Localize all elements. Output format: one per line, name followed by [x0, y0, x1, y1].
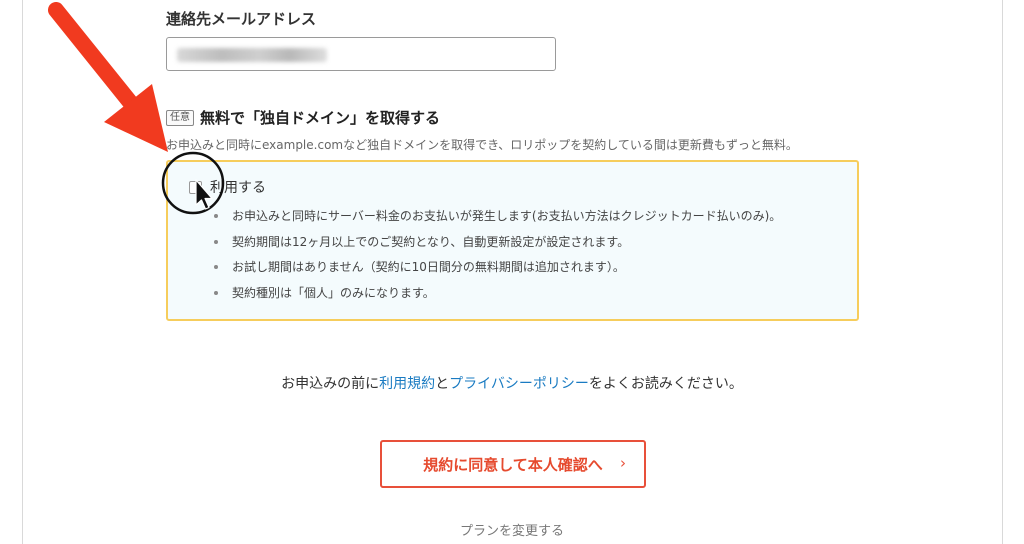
change-plan-link[interactable]: プランを変更する	[0, 520, 1024, 539]
terms-prefix: お申込みの前に	[281, 376, 380, 392]
terms-of-use-link[interactable]: 利用規約	[379, 376, 435, 392]
domain-notes-list: お申込みと同時にサーバー料金のお支払いが発生します(お支払い方法はクレジットカー…	[214, 206, 781, 308]
domain-option-title: 無料で「独自ドメイン」を取得する	[200, 109, 441, 127]
chevron-right-icon: ›	[620, 454, 626, 472]
email-input[interactable]	[166, 37, 556, 71]
terms-conjunction: と	[435, 376, 450, 392]
list-item: 契約種別は「個人」のみになります。	[214, 283, 781, 309]
terms-notice: お申込みの前に利用規約とプライバシーポリシーをよくお読みください。	[0, 373, 1024, 393]
privacy-policy-link[interactable]: プライバシーポリシー	[449, 376, 589, 392]
domain-option-box: 利用する お申込みと同時にサーバー料金のお支払いが発生します(お支払い方法はクレ…	[166, 160, 859, 321]
email-label: 連絡先メールアドレス	[166, 10, 317, 28]
use-domain-checkbox[interactable]	[189, 181, 202, 194]
terms-suffix: をよくお読みください。	[588, 376, 743, 392]
optional-badge: 任意	[166, 109, 194, 126]
agree-and-verify-button[interactable]: 規約に同意して本人確認へ ›	[380, 440, 646, 488]
list-item: 契約期間は12ヶ月以上でのご契約となり、自動更新設定が設定されます。	[214, 232, 781, 258]
use-domain-label[interactable]: 利用する	[210, 177, 266, 197]
redacted-email-value	[177, 48, 327, 62]
list-item: お試し期間はありません（契約に10日間分の無料期間は追加されます）。	[214, 257, 781, 283]
agree-button-label: 規約に同意して本人確認へ	[423, 455, 603, 474]
domain-option-description: お申込みと同時にexample.comなど独自ドメインを取得でき、ロリポップを契…	[166, 138, 798, 152]
list-item: お申込みと同時にサーバー料金のお支払いが発生します(お支払い方法はクレジットカー…	[214, 206, 781, 232]
domain-option-header: 任意 無料で「独自ドメイン」を取得する	[166, 107, 440, 128]
